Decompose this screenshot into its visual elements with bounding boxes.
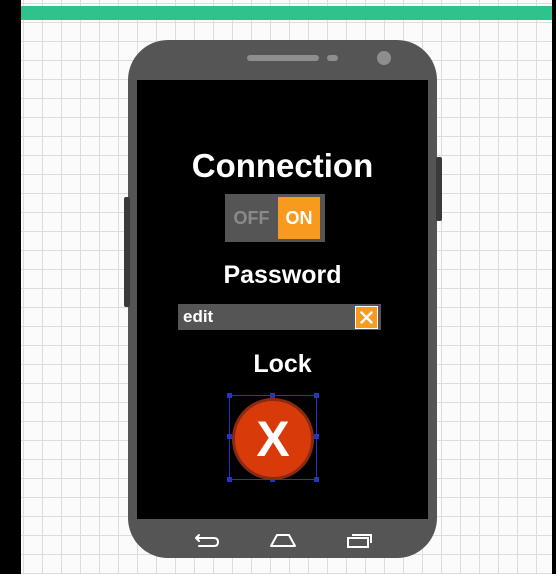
recent-apps-icon [347, 534, 372, 548]
resize-handle[interactable] [227, 393, 232, 398]
toggle-on-label: ON [278, 197, 320, 239]
resize-handle[interactable] [314, 434, 319, 439]
back-icon [195, 534, 219, 547]
phone-sensor [327, 55, 338, 61]
phone-speaker [247, 55, 319, 61]
phone-volume-button [124, 197, 130, 307]
nav-recent-button[interactable] [345, 531, 373, 549]
lock-button[interactable]: X [232, 398, 314, 480]
phone-power-button [436, 157, 442, 221]
password-field [178, 304, 381, 330]
clear-button[interactable] [355, 306, 378, 329]
connection-heading: Connection [191, 147, 374, 184]
resize-handle[interactable] [227, 477, 232, 482]
phone-camera [377, 51, 391, 65]
lock-heading: Lock [253, 350, 312, 378]
password-heading: Password [223, 261, 342, 289]
resize-handle[interactable] [314, 477, 319, 482]
close-icon [360, 311, 373, 324]
toggle-off-label: OFF [233, 207, 270, 228]
home-icon [270, 534, 296, 547]
nav-home-button[interactable] [268, 531, 298, 549]
top-accent-bar [21, 6, 552, 20]
resize-handle[interactable] [314, 393, 319, 398]
nav-back-button[interactable] [193, 531, 221, 549]
password-input[interactable] [178, 304, 348, 330]
connection-toggle[interactable]: OFF ON [225, 194, 325, 242]
